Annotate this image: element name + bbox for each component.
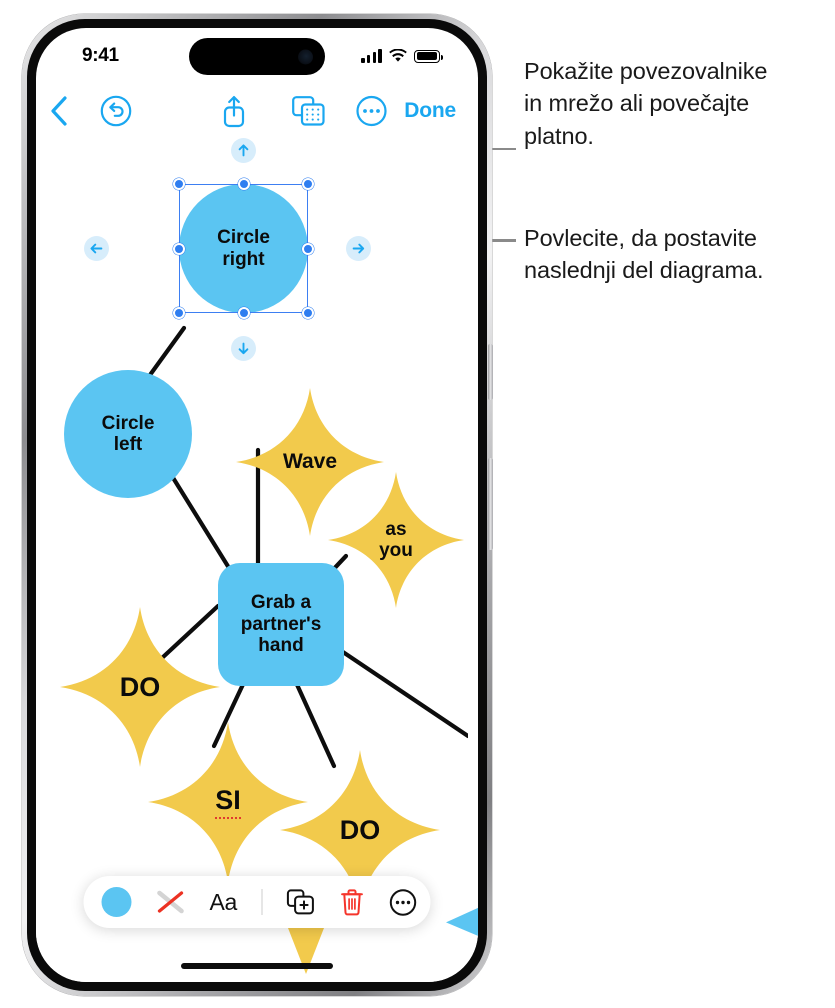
toolbar-divider (261, 889, 263, 915)
shape-label-line: Grab a (250, 592, 312, 614)
shape-label-line: hand (258, 635, 304, 657)
top-toolbar: Done (36, 84, 478, 138)
share-icon[interactable] (220, 94, 248, 128)
selection-handle-sw[interactable] (173, 307, 185, 319)
shape-circle-left[interactable]: Circle left (64, 370, 192, 498)
arrow-left-icon (90, 243, 103, 254)
callout-drag-next: Povlecite, da postavite naslednji del di… (524, 222, 834, 287)
diagram-canvas[interactable]: Sa Wheel Circle left (36, 138, 478, 982)
dynamic-island (189, 38, 325, 75)
callout-line: Povlecite, da postavite (524, 225, 757, 251)
front-camera-icon (298, 49, 313, 64)
canvas-grid-icon[interactable] (292, 96, 325, 126)
callout-line: in mrežo ali povečajte (524, 90, 750, 117)
shape-label-line: Circle (101, 412, 155, 434)
wifi-icon (389, 49, 407, 62)
add-shape-right[interactable] (346, 236, 371, 261)
iphone-frame: 9:41 Done Circle left Wave as you DO SI … (22, 14, 493, 996)
no-stroke-button[interactable] (154, 887, 188, 917)
status-bar: 9:41 (36, 28, 478, 84)
more-ellipsis-icon (389, 888, 417, 916)
phone-body: 9:41 Done Circle left Wave as you DO SI … (27, 19, 487, 991)
selection-handle-w[interactable] (173, 242, 185, 255)
trash-icon (341, 888, 363, 915)
shape-label-line: left (113, 434, 143, 455)
arrow-down-icon (238, 342, 249, 355)
callout-canvas-grid: Pokažite povezovalnike in mrežo ali pove… (524, 55, 834, 152)
battery-icon (414, 49, 443, 63)
shape-star-as-you[interactable]: as you (328, 468, 464, 612)
volume-button[interactable] (488, 344, 493, 400)
shape-label-line: partner's (240, 613, 322, 635)
done-button[interactable]: Done (404, 99, 456, 123)
selection-bounding-box (179, 184, 308, 313)
no-stroke-icon (157, 890, 184, 914)
add-shape-up[interactable] (231, 138, 256, 163)
shape-more-button[interactable] (389, 888, 417, 916)
shape-grab-partners-hand[interactable]: Grab a partner's hand (218, 563, 344, 686)
duplicate-button[interactable] (286, 889, 314, 915)
phone-screen: 9:41 Done Circle left Wave as you DO SI … (36, 28, 478, 982)
cellular-signal-icon (361, 49, 382, 63)
selection-handle-nw[interactable] (173, 178, 185, 190)
shape-cloud-wheel[interactable] (36, 956, 296, 982)
power-button[interactable] (488, 458, 493, 550)
more-ellipsis-icon[interactable] (356, 95, 387, 127)
selection-handle-s[interactable] (237, 307, 250, 319)
arrow-right-icon (352, 243, 365, 254)
selection-handle-ne[interactable] (302, 178, 314, 190)
callout-line: platno. (524, 122, 594, 149)
selection-handle-se[interactable] (302, 307, 314, 319)
arrow-up-icon (238, 144, 249, 157)
fill-color-swatch[interactable] (101, 887, 132, 917)
selection-handle-e[interactable] (302, 242, 314, 255)
duplicate-icon (286, 889, 314, 915)
screenshot-root: Pokažite povezovalnike in mrežo ali pove… (0, 0, 835, 1008)
text-style-button[interactable]: Aa (210, 889, 238, 916)
back-chevron-icon[interactable] (50, 96, 68, 126)
status-bar-time: 9:41 (82, 45, 119, 66)
undo-icon[interactable] (100, 95, 132, 127)
callout-line: Pokažite povezovalnike (524, 58, 768, 84)
home-indicator[interactable] (181, 963, 333, 969)
status-bar-indicators (361, 45, 443, 63)
callout-line: naslednji del diagrama. (524, 257, 764, 284)
selection-handle-n[interactable] (237, 178, 250, 190)
shape-format-toolbar: Aa (83, 876, 431, 928)
add-shape-left[interactable] (84, 236, 109, 261)
add-shape-down[interactable] (231, 336, 256, 361)
delete-button[interactable] (340, 888, 363, 916)
